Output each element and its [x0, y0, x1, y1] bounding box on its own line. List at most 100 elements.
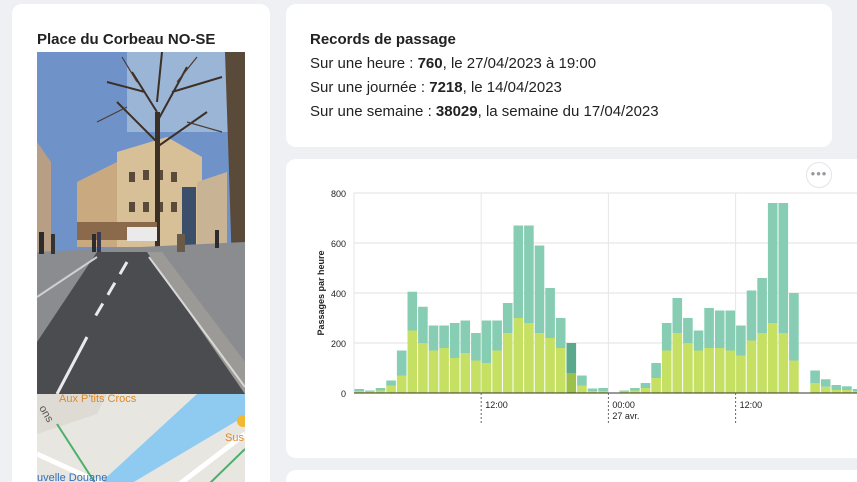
bar-lower	[471, 360, 481, 393]
bar-lower	[778, 333, 789, 393]
bar-upper	[672, 298, 683, 333]
bar-upper	[577, 375, 587, 386]
bar-upper	[439, 325, 449, 348]
bar-upper	[725, 310, 736, 351]
record-hour-value: 760	[417, 55, 443, 72]
bar-upper	[555, 318, 566, 348]
bar-upper	[831, 385, 842, 390]
bar-upper	[714, 310, 725, 348]
bar-upper	[704, 308, 714, 348]
bar-upper	[640, 383, 651, 388]
record-day-value: 7218	[429, 79, 463, 96]
bar-lower	[439, 348, 449, 393]
bar-lower	[555, 348, 566, 393]
y-tick-label: 0	[341, 389, 346, 399]
bar-upper	[651, 363, 661, 378]
bar-lower	[428, 350, 439, 393]
bar-upper	[852, 389, 857, 391]
bar-lower	[640, 388, 651, 393]
chart-card: 0 200 400 600 800 Passages par heure 12:00 00:0…	[286, 159, 857, 458]
bar-lower	[396, 375, 407, 393]
more-icon[interactable]: •••	[806, 162, 832, 188]
bar-upper	[789, 293, 799, 361]
record-hour-suffix: , le 27/04/2023 à 19:00	[442, 55, 597, 72]
bar-lower	[460, 353, 471, 393]
x-tick-label: 12:00	[485, 400, 508, 410]
bar-upper	[767, 203, 778, 323]
bar-lower	[661, 350, 672, 393]
bar-upper	[428, 325, 439, 351]
bar-upper	[757, 278, 767, 333]
records-card: Records de passage Sur une heure : 760, …	[286, 4, 832, 147]
y-tick-label: 400	[331, 289, 346, 299]
bar-lower	[693, 350, 704, 393]
record-day-prefix: Sur une journée :	[310, 79, 430, 96]
bar-lower	[810, 383, 820, 393]
y-tick-label: 200	[331, 339, 346, 349]
bar-upper	[471, 333, 481, 361]
record-week: Sur une semaine : 38029, la semaine du 1…	[310, 103, 659, 120]
bar-lower	[651, 378, 661, 393]
next-card	[286, 470, 857, 482]
station-map-image	[37, 394, 245, 482]
hourly-passages-chart: 0 200 400 600 800 Passages par heure 12:00 00:0…	[316, 189, 857, 423]
x-tick-label: 00:00	[612, 400, 635, 410]
bar-upper	[736, 325, 746, 356]
bar-lower	[534, 333, 545, 393]
bar-upper	[842, 386, 852, 390]
bar-upper	[418, 306, 428, 343]
bar-upper	[365, 390, 375, 392]
bar-upper	[396, 350, 407, 376]
station-photo-image	[37, 52, 245, 394]
bar-upper	[683, 318, 693, 343]
record-hour-prefix: Sur une heure :	[310, 55, 418, 72]
bar-lower	[502, 333, 513, 393]
bar-upper	[449, 323, 460, 358]
bar-lower	[481, 363, 492, 393]
records-title: Records de passage	[310, 31, 456, 48]
record-week-value: 38029	[435, 103, 478, 120]
bar-lower	[492, 350, 502, 393]
bar-lower	[386, 385, 396, 393]
bar-upper	[820, 379, 831, 387]
map-label-shop: Aux P'tits Crocs	[59, 394, 137, 405]
bar-lower	[704, 348, 714, 393]
station-title: Place du Corbeau NO-SE	[37, 31, 216, 48]
x-tick-date-label: 27 avr.	[612, 411, 639, 421]
bar-upper	[630, 388, 640, 391]
bar-lower	[577, 385, 587, 393]
bar-upper	[545, 288, 555, 338]
bar-lower	[545, 338, 555, 393]
station-photo	[37, 52, 245, 394]
station-map[interactable]: Aux P'tits Crocs ons Sus uvelle Douane	[37, 394, 245, 482]
bar-upper	[481, 320, 492, 363]
station-card: Place du Corbeau NO-SE Aux P'tits Crocs …	[12, 4, 270, 482]
bar-lower	[714, 348, 725, 393]
record-hour: Sur une heure : 760, le 27/04/2023 à 19:…	[310, 55, 596, 72]
bar-lower	[672, 333, 683, 393]
bar-upper	[746, 290, 757, 341]
y-tick-label: 800	[331, 189, 346, 199]
bar-lower	[449, 358, 460, 393]
bar-upper	[407, 291, 418, 331]
bar-lower	[524, 323, 534, 393]
bar-upper	[534, 245, 545, 333]
bar-upper	[513, 225, 524, 318]
record-day: Sur une journée : 7218, le 14/04/2023	[310, 79, 562, 96]
bar-upper	[661, 323, 672, 351]
bar-lower	[513, 318, 524, 393]
bar-upper	[524, 225, 534, 323]
bar-lower	[736, 355, 746, 393]
bar-upper	[354, 389, 365, 391]
bar-upper	[375, 388, 386, 391]
bar-lower	[566, 373, 577, 393]
bar-upper	[502, 303, 513, 333]
record-week-suffix: , la semaine du 17/04/2023	[477, 103, 659, 120]
bar-upper	[598, 388, 608, 391]
record-week-prefix: Sur une semaine :	[310, 103, 436, 120]
bar-lower	[418, 343, 428, 393]
bar-upper	[386, 380, 396, 386]
bar-upper	[693, 330, 704, 351]
y-tick-label: 600	[331, 239, 346, 249]
bar-lower	[767, 323, 778, 393]
